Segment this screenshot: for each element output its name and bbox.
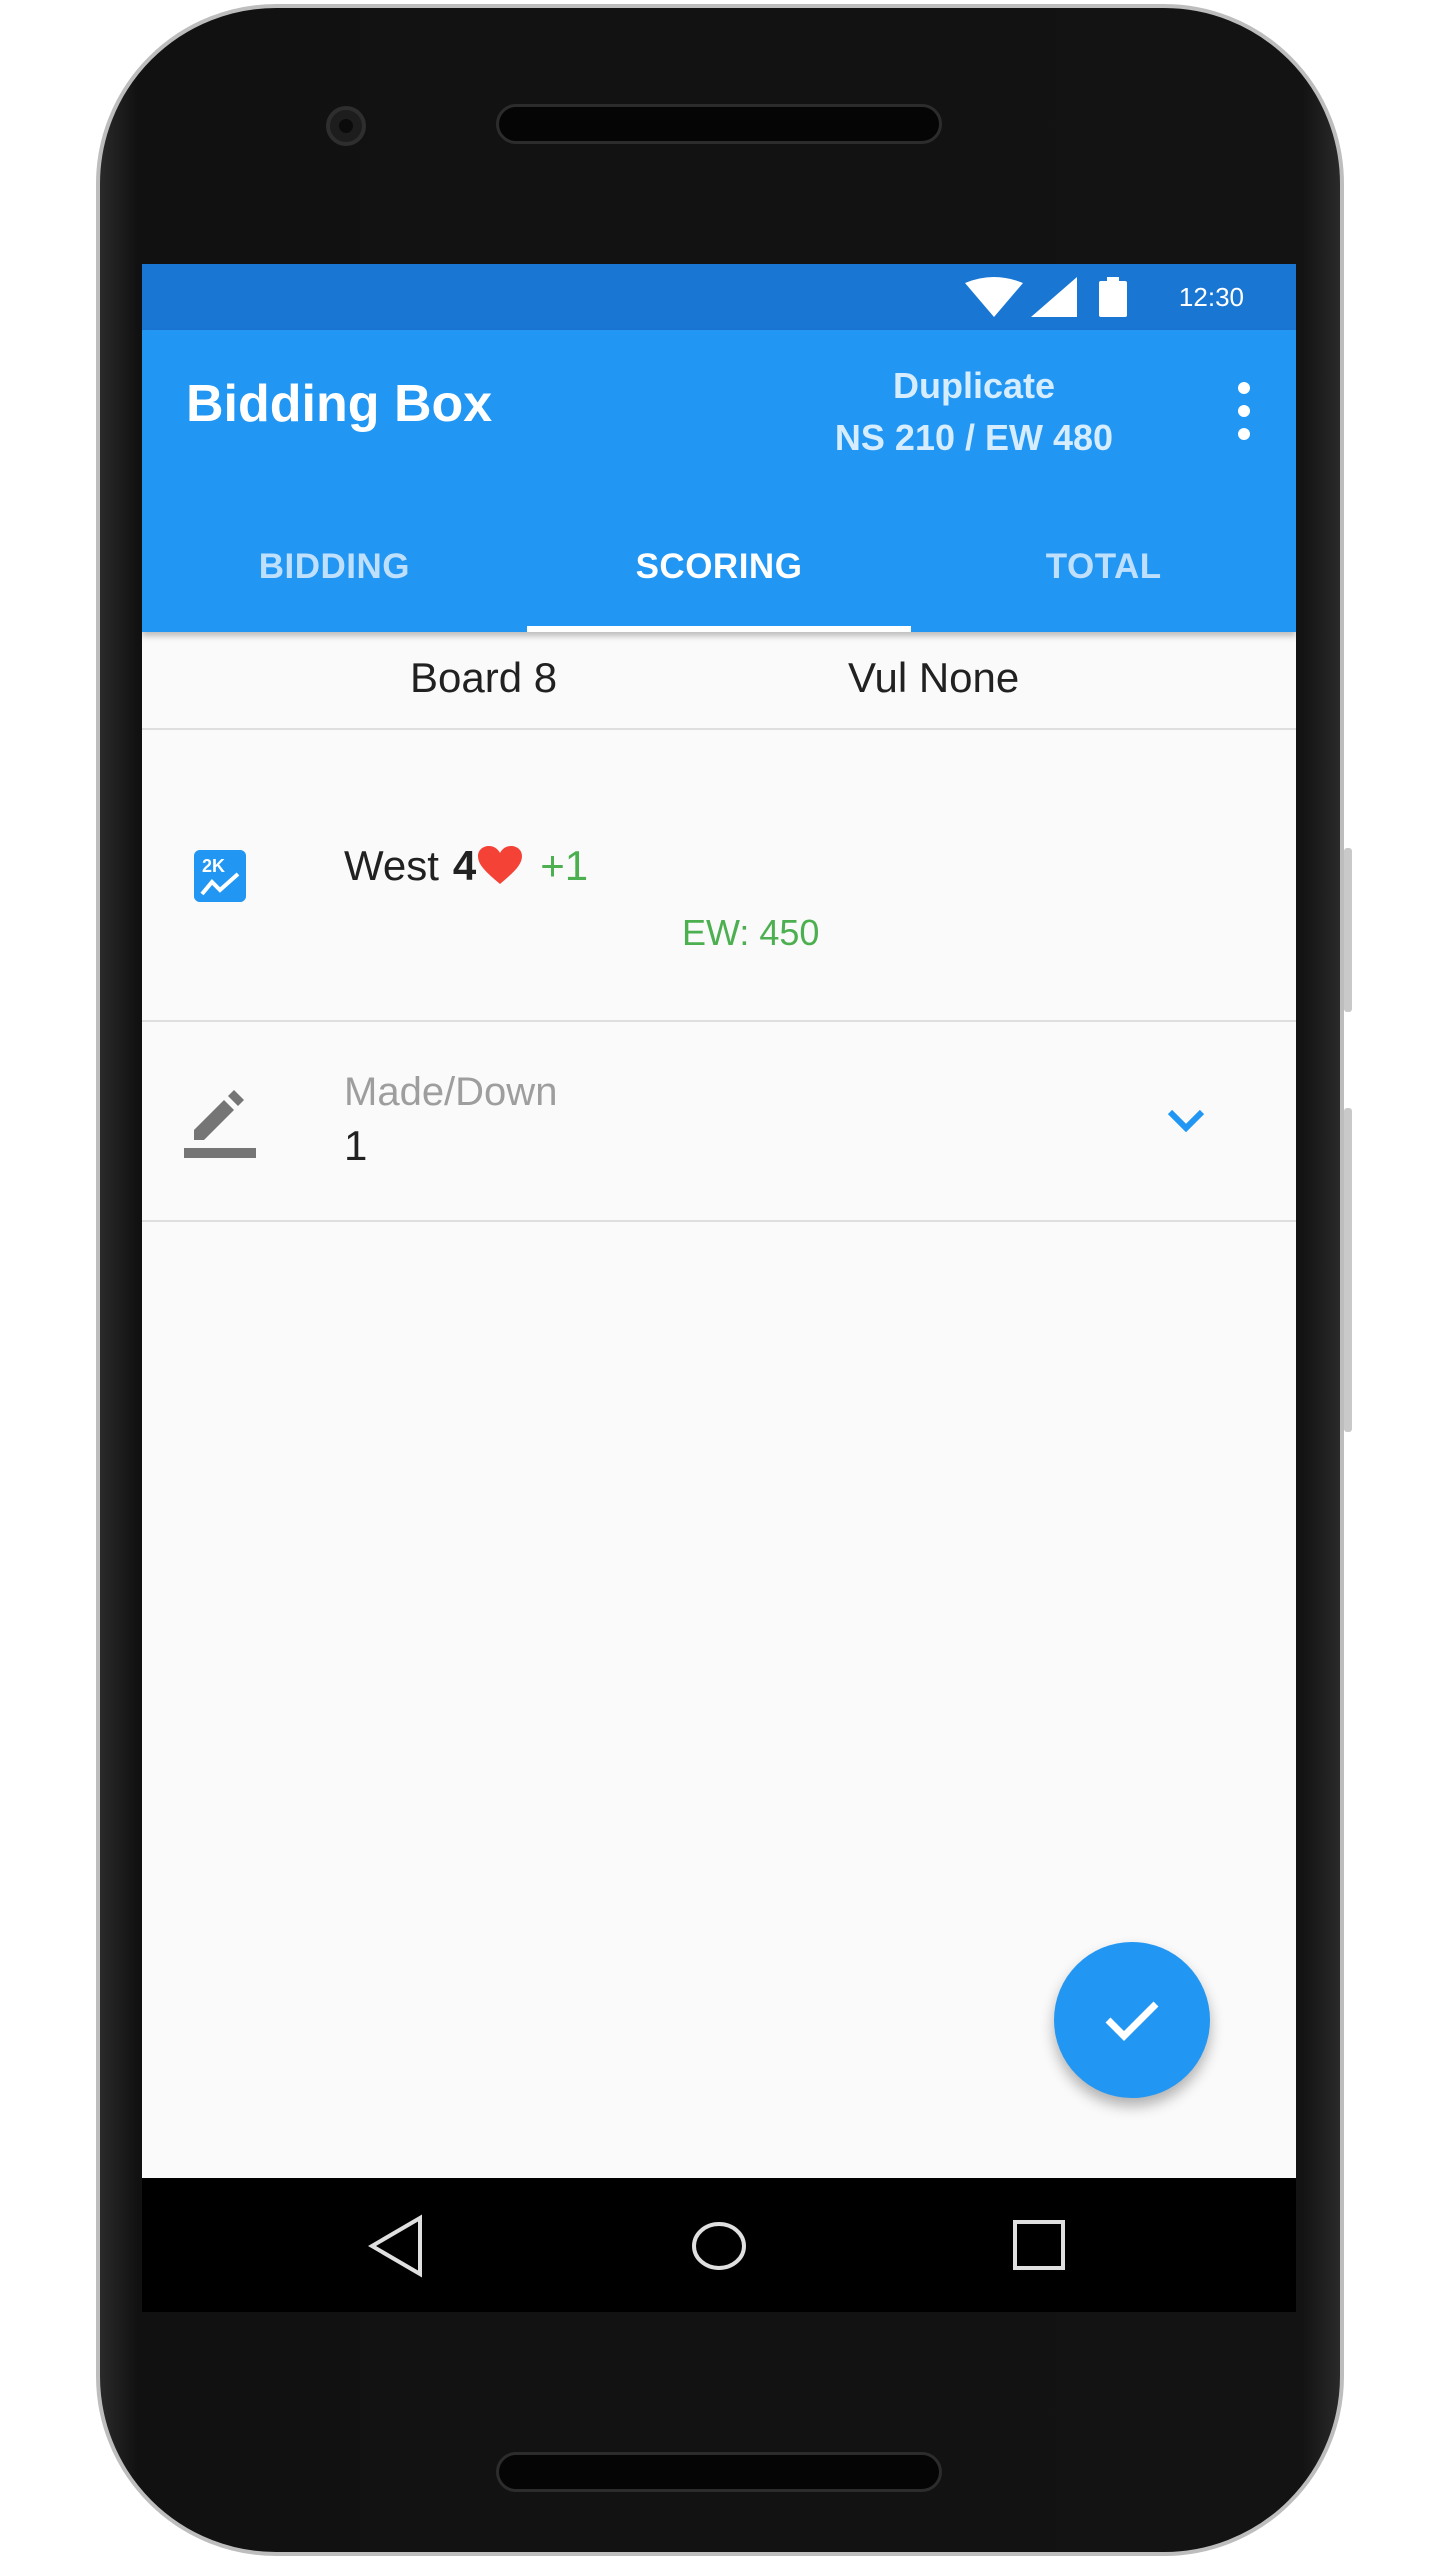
result-score: EW: 450 [682, 912, 820, 953]
score-chart-icon: 2K [194, 850, 246, 902]
tab-bidding[interactable]: BIDDING [142, 502, 527, 632]
status-time: 12:30 [1178, 281, 1244, 312]
back-icon[interactable] [362, 2206, 442, 2286]
tab-total[interactable]: TOTAL [911, 502, 1296, 632]
phone-side-button [1344, 848, 1352, 1012]
scores-label: NS 210 / EW 480 [834, 417, 1114, 458]
top-speaker [496, 104, 942, 144]
vulnerability-label: Vul None [848, 654, 1020, 701]
mode-label: Duplicate [892, 365, 1056, 406]
screen: 12:30 Bidding Box Duplicate NS 210 / EW … [142, 264, 1296, 2312]
header-score-info: Duplicate NS 210 / EW 480 [782, 360, 1166, 464]
recents-icon[interactable] [999, 2206, 1079, 2286]
heart-suit-icon [478, 846, 523, 884]
overtricks-label: +1 [540, 842, 589, 889]
app-bar: Bidding Box Duplicate NS 210 / EW 480 BI… [142, 330, 1296, 632]
board-label: Board 8 [410, 654, 558, 701]
contract-level: 4 [452, 842, 477, 889]
confirm-fab-button[interactable] [1054, 1942, 1210, 2098]
app-title: Bidding Box [186, 375, 493, 433]
board-info-row: Board 8 Vul None [142, 632, 1296, 730]
tab-scoring[interactable]: SCORING [526, 502, 912, 632]
made-down-label: Made/Down [344, 1070, 558, 1114]
bottom-speaker [496, 2452, 942, 2492]
battery-icon [1098, 277, 1127, 317]
front-camera [326, 106, 366, 146]
edit-icon [184, 1090, 256, 1158]
contract-row: 2K West 4 +1 EW: 450 [142, 730, 1296, 1022]
made-down-field[interactable]: Made/Down 1 [142, 1020, 1296, 1222]
phone-side-button [1344, 1108, 1352, 1432]
status-bar: 12:30 [142, 264, 1296, 330]
more-vert-icon[interactable] [1236, 382, 1252, 440]
signal-icon [1030, 277, 1077, 317]
made-down-value: 1 [344, 1122, 368, 1169]
svg-text:2K: 2K [202, 856, 225, 876]
check-icon [1105, 2001, 1159, 2041]
contract-text: West 4 +1 [344, 842, 588, 890]
declarer-label: West [344, 842, 439, 889]
home-icon[interactable] [679, 2206, 759, 2286]
wifi-icon [964, 277, 1023, 317]
navigation-bar [142, 2178, 1296, 2312]
tab-bar: BIDDING SCORING TOTAL [142, 502, 1296, 632]
chevron-down-icon[interactable] [1162, 1100, 1210, 1140]
